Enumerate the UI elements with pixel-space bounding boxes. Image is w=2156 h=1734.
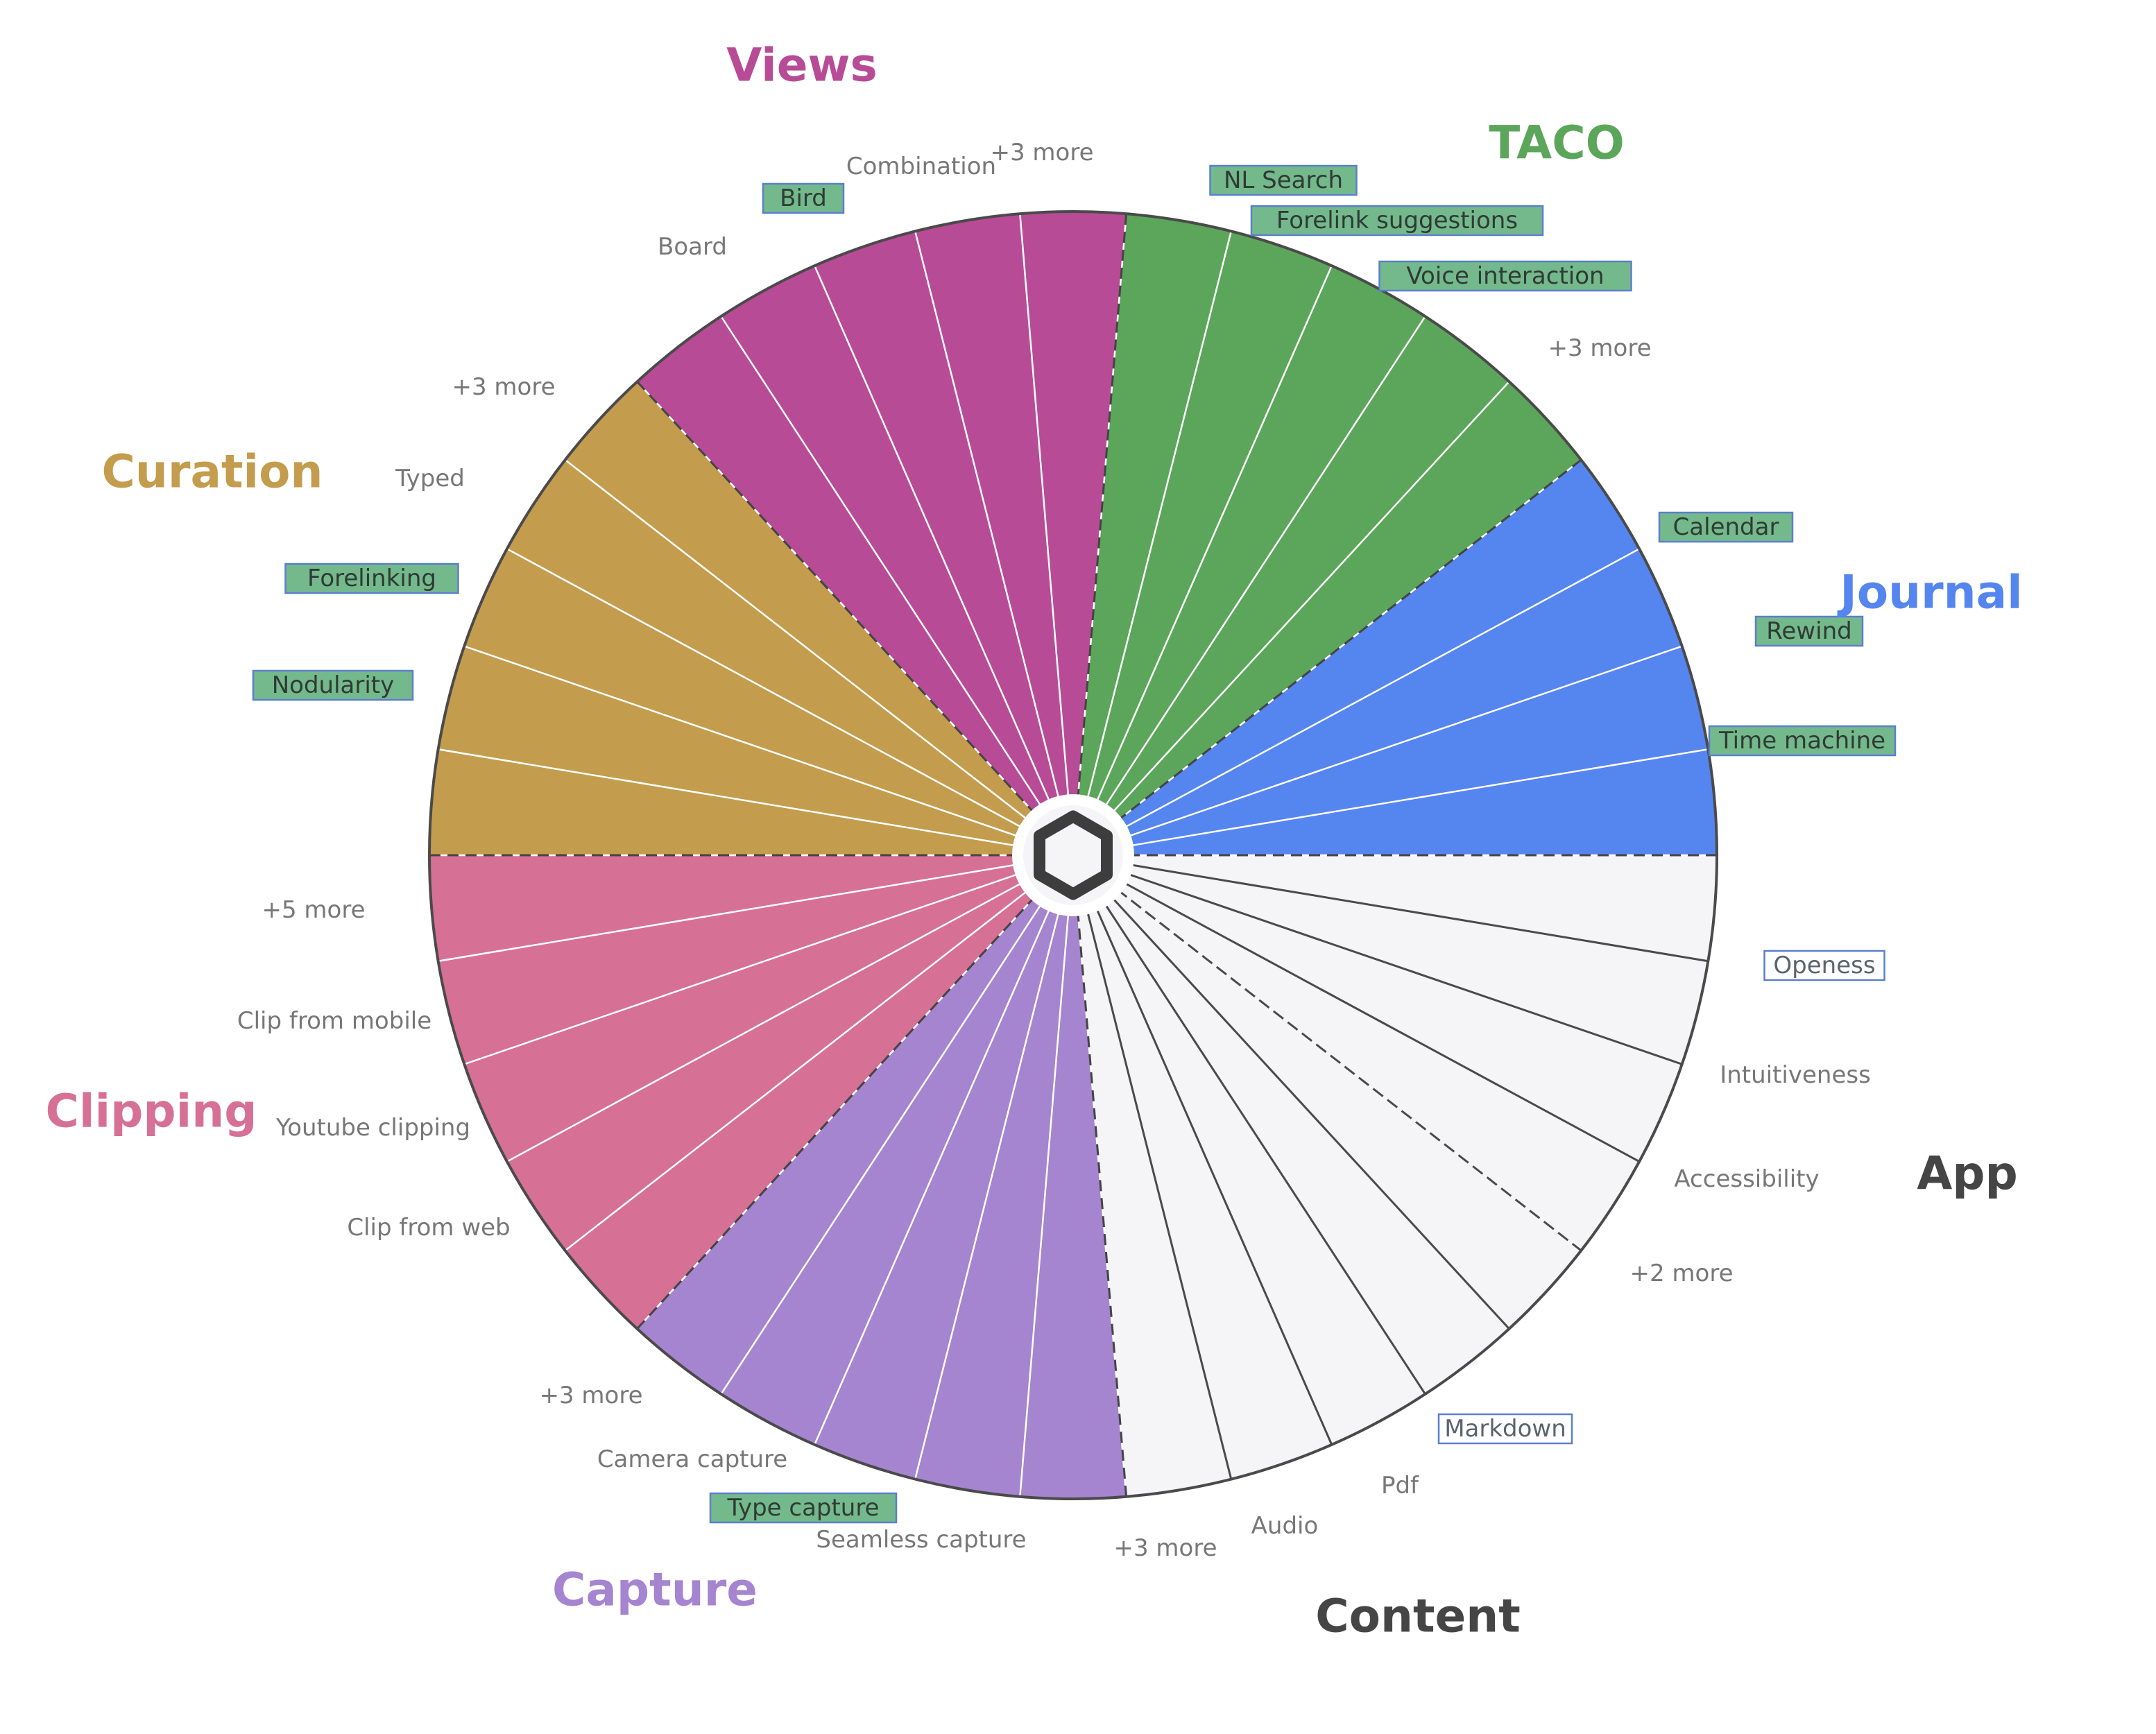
category-title-capture: Capture xyxy=(552,1563,758,1617)
item-label-content-pdf: Pdf xyxy=(1381,1472,1419,1500)
item-label-views-3-more: +3 more xyxy=(991,139,1094,166)
item-label-content-markdown: Markdown xyxy=(1444,1415,1566,1443)
category-title-taco: TACO xyxy=(1489,117,1625,170)
item-label-curation-3-more: +3 more xyxy=(452,373,556,401)
item-label-journal-rewind: Rewind xyxy=(1766,617,1851,645)
item-label-taco-forelink-suggestions: Forelink suggestions xyxy=(1276,207,1518,234)
item-label-taco-3-more: +3 more xyxy=(1548,334,1652,362)
item-label-capture-camera-capture: Camera capture xyxy=(597,1445,787,1473)
item-label-curation-forelinking: Forelinking xyxy=(307,565,436,592)
item-label-capture-type-capture: Type capture xyxy=(726,1494,879,1522)
item-label-clipping-5-more: +5 more xyxy=(262,896,366,924)
item-label-curation-typed: Typed xyxy=(395,465,465,492)
category-title-views: Views xyxy=(726,39,878,92)
item-label-app-openess: Openess xyxy=(1773,952,1875,979)
category-title-curation: Curation xyxy=(101,445,323,499)
item-label-capture-3-more: +3 more xyxy=(540,1382,643,1409)
item-label-app-accessibility: Accessibility xyxy=(1674,1165,1819,1193)
item-label-clipping-youtube-clipping: Youtube clipping xyxy=(275,1114,470,1142)
item-label-curation-nodularity: Nodularity xyxy=(272,671,395,699)
feature-wheel-diagram: Calendar Rewind Time machine NL Search Forel… xyxy=(45,39,2023,1643)
center-hub xyxy=(1012,794,1134,916)
item-label-clipping-clip-from-mobile: Clip from mobile xyxy=(237,1007,431,1035)
category-title-content: Content xyxy=(1315,1590,1521,1643)
item-label-clipping-clip-from-web: Clip from web xyxy=(347,1214,510,1242)
item-label-views-bird: Bird xyxy=(780,184,827,212)
item-label-content-3-more: +3 more xyxy=(1114,1534,1217,1562)
item-label-views-combination: Combination xyxy=(846,153,996,180)
category-title-app: App xyxy=(1917,1147,2018,1201)
item-label-content-audio: Audio xyxy=(1251,1512,1319,1540)
item-label-taco-nl-search: NL Search xyxy=(1224,166,1343,194)
item-label-app-2-more: +2 more xyxy=(1630,1260,1734,1287)
category-title-journal: Journal xyxy=(1837,566,2023,619)
item-label-journal-time-machine: Time machine xyxy=(1718,727,1885,755)
item-label-journal-calendar: Calendar xyxy=(1673,513,1779,541)
item-label-capture-seamless-capture: Seamless capture xyxy=(816,1526,1026,1554)
item-label-app-intuitiveness: Intuitiveness xyxy=(1720,1061,1871,1089)
category-title-clipping: Clipping xyxy=(45,1085,257,1138)
item-label-taco-voice-interaction: Voice interaction xyxy=(1406,262,1604,290)
item-label-views-board: Board xyxy=(658,233,727,261)
